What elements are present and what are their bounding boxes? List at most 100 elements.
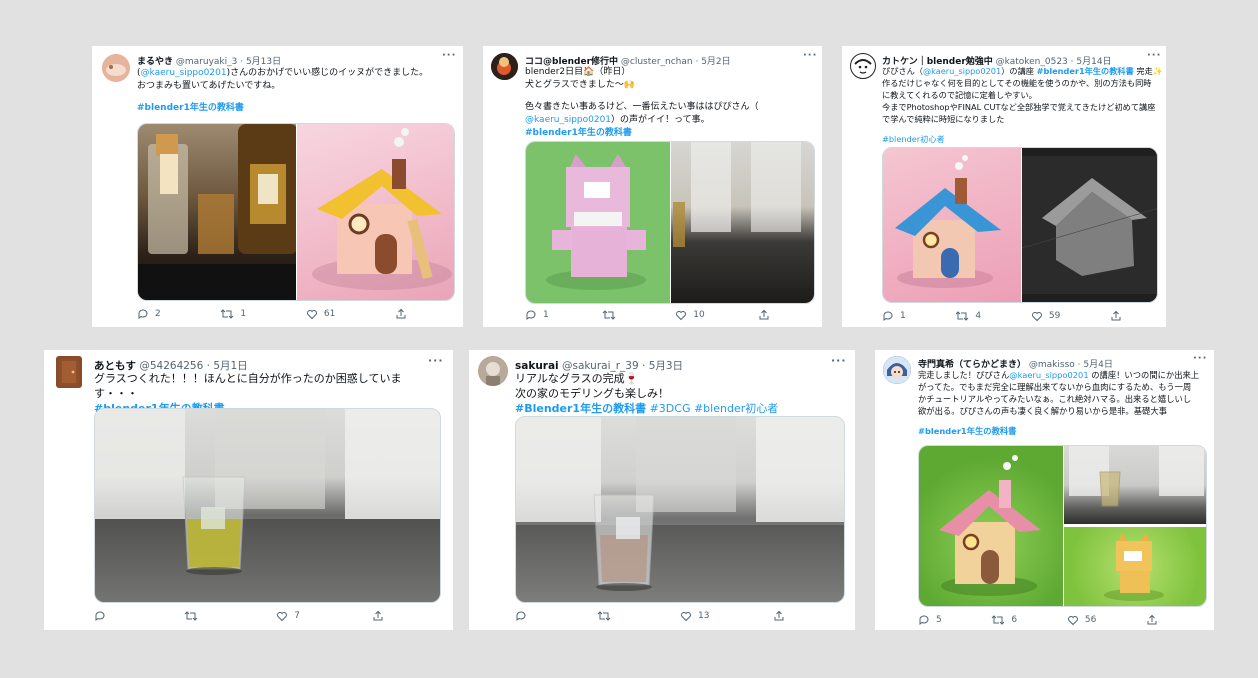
reply-button[interactable]: 5 — [918, 614, 942, 626]
display-name[interactable]: まるやき — [137, 57, 173, 67]
tweet-date[interactable]: 5月1日 — [213, 360, 247, 372]
user-handle[interactable]: @54264256 — [139, 360, 203, 372]
avatar[interactable] — [102, 54, 130, 82]
text-line: リアルなグラスの完成🍷 — [515, 372, 639, 385]
mention-link[interactable]: @kaeru_sippo0201 — [525, 115, 611, 125]
text-line: に教えてくれるので記憶に定着しやすい。 — [882, 89, 1037, 100]
media-image-pink-dog[interactable] — [526, 142, 670, 303]
text-line: 色々書きたい事あるけど、一番伝えたい事ははぴぴさん（ — [525, 102, 759, 113]
share-button[interactable] — [773, 610, 785, 622]
retweet-button[interactable] — [602, 309, 622, 321]
text-line: で学んで純粋に時短になりました — [882, 113, 1005, 124]
share-button[interactable] — [372, 610, 384, 622]
retweet-button[interactable]: 6 — [991, 614, 1017, 626]
share-icon — [1111, 310, 1121, 321]
text-line: グラスつくれた！！！ほんとに自分が作ったのか困惑しています・・・ — [94, 372, 402, 400]
hashtag-link[interactable]: #blender初心者 — [694, 402, 778, 415]
media-image-glass[interactable] — [1064, 446, 1206, 524]
reply-button[interactable]: 1 — [525, 309, 549, 321]
image-illustration — [138, 124, 296, 300]
hashtag-link[interactable]: #Blender1年生の教科書 — [515, 402, 646, 415]
display-name[interactable]: sakurai — [515, 360, 559, 372]
media-image-green-glass — [95, 409, 440, 602]
hashtag-link[interactable]: #blender1年生の教科書 — [918, 425, 1208, 437]
more-icon[interactable]: ··· — [803, 50, 817, 61]
tweet-card[interactable]: sakurai @sakurai_r_39 · 5月3日 ··· リアルなグラス… — [469, 350, 855, 630]
tweet-media[interactable] — [525, 141, 815, 304]
avatar[interactable] — [56, 356, 82, 388]
image-illustration — [939, 455, 1041, 596]
share-button[interactable] — [395, 308, 407, 320]
retweet-icon — [956, 311, 969, 321]
tweet-date[interactable]: 5月3日 — [649, 360, 683, 372]
text-line: 次の家のモデリングも楽しみ！ — [515, 386, 669, 400]
text-segment: の講座！いつの間にか出来上 — [1088, 370, 1200, 380]
avatar[interactable] — [850, 53, 876, 79]
tweet-media[interactable] — [137, 123, 455, 301]
tweet-card[interactable]: ココ@blender修行中 @cluster_nchan · 5月2日 ··· … — [483, 46, 822, 327]
reply-button[interactable]: 1 — [882, 310, 906, 322]
avatar-image — [491, 53, 518, 80]
hashtag-link[interactable]: #blender1年生の教科書 — [137, 102, 457, 115]
text-line: おつまみも置いてあげたいですね。 — [137, 81, 281, 92]
tweet-media[interactable] — [882, 147, 1158, 303]
tweet-card[interactable]: あともす @54264256 · 5月1日 ··· グラスつくれた！！！ほんとに… — [44, 350, 453, 630]
hashtag-link[interactable]: #3DCG — [650, 402, 691, 415]
retweet-button[interactable]: 4 — [955, 310, 981, 322]
like-button[interactable]: 61 — [306, 308, 335, 320]
share-button[interactable] — [758, 309, 770, 321]
like-button[interactable]: 13 — [680, 610, 709, 622]
media-image-blue-house[interactable] — [883, 148, 1021, 302]
media-image-yellow-dog[interactable] — [1064, 527, 1206, 606]
tweet-header: まるやき @maruyaki_3 · 5月13日 — [137, 54, 427, 67]
media-image-pink-house[interactable] — [919, 446, 1063, 606]
retweet-button[interactable] — [184, 610, 204, 622]
more-icon[interactable]: ··· — [1147, 50, 1161, 61]
more-icon[interactable]: ··· — [831, 354, 847, 367]
more-icon[interactable]: ··· — [428, 354, 444, 367]
image-illustration — [1104, 533, 1164, 601]
avatar[interactable] — [478, 356, 508, 386]
display-name[interactable]: あともす — [94, 360, 136, 372]
user-handle[interactable]: @maruyaki_3 — [176, 57, 237, 67]
text-segment: 完走✨ — [1133, 66, 1163, 76]
media-image-glass[interactable] — [671, 142, 814, 303]
like-button[interactable]: 10 — [675, 309, 705, 321]
text-line: 欲が出る。ぴぴさんの声も凄く良く解かり易いから是非。基礎大事 — [918, 406, 1167, 417]
more-icon[interactable]: ··· — [1193, 353, 1207, 364]
reply-button[interactable] — [94, 610, 112, 622]
share-button[interactable] — [1146, 614, 1158, 626]
reply-count: 1 — [543, 310, 549, 320]
retweet-button[interactable] — [597, 610, 617, 622]
media-image-blender-viewport[interactable] — [1022, 148, 1157, 302]
hashtag-link[interactable]: #blender初心者 — [882, 134, 1162, 146]
mention-link[interactable]: @kaeru_sippo0201 — [923, 66, 1001, 76]
like-button[interactable]: 59 — [1031, 310, 1060, 322]
more-icon[interactable]: ··· — [442, 50, 456, 61]
retweet-button[interactable]: 1 — [220, 308, 246, 320]
media-image-glass-dog[interactable] — [138, 124, 296, 300]
share-button[interactable] — [1110, 310, 1122, 322]
mention-link[interactable]: @kaeru_sippo0201 — [141, 68, 227, 78]
reply-button[interactable]: 2 — [137, 308, 161, 320]
tweet-media[interactable] — [918, 445, 1207, 607]
hashtag-link[interactable]: #blender1年生の教科書 — [1037, 66, 1134, 76]
reply-button[interactable] — [515, 610, 533, 622]
tweet-media[interactable] — [94, 408, 441, 603]
like-button[interactable]: 56 — [1067, 614, 1096, 626]
tweet-card[interactable]: まるやき @maruyaki_3 · 5月13日 ··· (@kaeru_sip… — [92, 46, 463, 327]
like-button[interactable]: 7 — [276, 610, 300, 622]
tweet-card[interactable]: カトケン｜blender勉強中 @katoken_0523 · 5月14日 ··… — [842, 46, 1166, 327]
tweet-media[interactable] — [515, 416, 845, 603]
avatar[interactable] — [883, 356, 911, 384]
hashtag-link[interactable]: #blender1年生の教科書 — [525, 127, 815, 140]
avatar[interactable] — [491, 53, 518, 80]
mention-link[interactable]: @kaeru_sippo0201 — [1009, 370, 1088, 380]
tweet-date[interactable]: 5月13日 — [246, 57, 281, 67]
user-handle[interactable]: @sakurai_r_39 — [562, 360, 639, 372]
tweet-card[interactable]: 寺門真希（てらかどまき） @makisso · 5月4日 ··· 完走しました！… — [875, 350, 1214, 630]
image-illustration — [1069, 446, 1204, 507]
media-image-house[interactable] — [297, 124, 454, 300]
reply-icon — [516, 611, 526, 621]
image-illustration — [895, 155, 1001, 288]
